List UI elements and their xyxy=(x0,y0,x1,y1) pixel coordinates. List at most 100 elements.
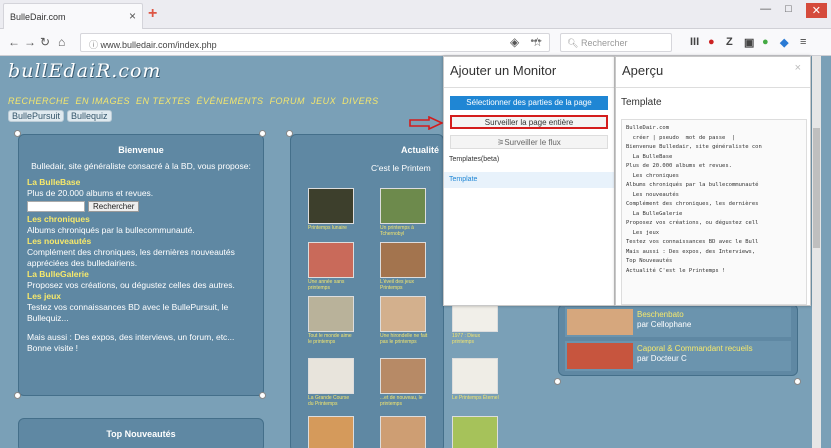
new-tab-button[interactable]: + xyxy=(148,5,157,23)
search-icon: 🔍︎ xyxy=(567,38,579,48)
browser-tab[interactable]: BulleDair.com × xyxy=(3,3,143,29)
bullepursuit-link[interactable]: BullePursuit xyxy=(8,110,65,122)
chroniques-link[interactable]: Les chroniques xyxy=(27,214,255,225)
thumbnail-image[interactable] xyxy=(380,416,426,448)
bullebase-link[interactable]: La BulleBase xyxy=(27,177,255,188)
thumbnail-caption[interactable]: Une année sans printemps xyxy=(308,279,356,291)
close-tab-icon[interactable]: × xyxy=(129,9,136,23)
preview-line: Albums chroniqués par la bullecommunauté xyxy=(626,182,759,188)
url-text: www.bulledair.com/index.php xyxy=(100,40,217,50)
url-bar[interactable]: ⓘ www.bulledair.com/index.php ••• xyxy=(80,33,550,52)
thumbnail-caption[interactable]: 1977 : Dieux printemps xyxy=(452,333,500,345)
game-links: BullePursuit Bullequiz xyxy=(8,110,112,122)
template-item[interactable]: Template xyxy=(444,172,614,188)
pocket-icon[interactable]: ◈ xyxy=(510,35,519,49)
search-input[interactable]: 🔍︎ Rechercher xyxy=(560,33,672,52)
jeux-link[interactable]: Les jeux xyxy=(27,291,255,302)
item-title[interactable]: Caporal & Commandant recueils xyxy=(637,344,753,353)
back-icon[interactable]: ← xyxy=(8,35,20,49)
divider xyxy=(444,87,614,88)
panel-corner-dot xyxy=(14,130,21,137)
menu-item[interactable]: RECHERCHE xyxy=(8,96,70,106)
thumbnail-image[interactable] xyxy=(380,358,426,394)
bullebase-search-input[interactable] xyxy=(27,201,85,212)
menu-item[interactable]: JEUX xyxy=(311,96,336,106)
item-author: par Docteur C xyxy=(637,354,687,363)
extension-green-icon[interactable]: ● xyxy=(762,36,769,48)
library-icon[interactable]: III xyxy=(690,36,699,48)
actualite-title: Actualité xyxy=(401,145,440,155)
forward-icon[interactable]: → xyxy=(24,35,36,49)
preview-line: créer | pseudo mot de passe | xyxy=(626,134,736,141)
browser-window: BulleDair.com × + — □ ✕ ← → ↻ ⌂ ⓘ www.bu… xyxy=(0,0,831,448)
thumbnail-caption[interactable]: Printemps lunaire xyxy=(308,225,356,231)
thumbnail-image[interactable] xyxy=(380,296,426,332)
list-item[interactable]: Beschenbato par Cellophane xyxy=(565,307,791,337)
menu-icon[interactable]: ≡ xyxy=(800,36,806,48)
menu-item[interactable]: FORUM xyxy=(270,96,306,106)
thumbnail-caption[interactable]: La Grande Course du Printemps xyxy=(308,395,356,407)
nouveautes-text: Complément des chroniques, les dernières… xyxy=(27,247,235,268)
thumbnail-caption[interactable]: ...et de nouveau, le printemps xyxy=(380,395,428,407)
top-nouveautes-panel: Top Nouveautés xyxy=(18,418,264,448)
preview-line: Les chroniques xyxy=(626,172,679,179)
bullequiz-link[interactable]: Bullequiz xyxy=(67,110,112,122)
menu-item[interactable]: ÉVÈNEMENTS xyxy=(197,96,264,106)
welcome-title: Bienvenue xyxy=(118,145,164,155)
maximize-icon[interactable]: □ xyxy=(785,3,792,18)
thumbnail-image[interactable] xyxy=(380,188,426,224)
extension-red-icon[interactable]: ● xyxy=(708,36,715,48)
thumbnail-caption[interactable]: L'éveil des jeux Printemps xyxy=(380,279,428,291)
page-scrollbar[interactable] xyxy=(812,56,821,448)
thumbnail-image[interactable] xyxy=(308,242,354,278)
site-menu: RECHERCHE EN IMAGES EN TEXTES ÉVÈNEMENTS… xyxy=(8,96,379,106)
preview-line: Les jeux xyxy=(626,229,660,236)
list-item[interactable]: Caporal & Commandant recueils par Docteur… xyxy=(565,341,791,371)
welcome-footer: Mais aussi : Des expos, des interviews, … xyxy=(27,332,235,353)
close-window-icon[interactable]: ✕ xyxy=(805,3,827,18)
site-logo[interactable]: bullEdaiR.com xyxy=(8,60,161,82)
preview-line: Testez vos connaissances BD avec le Bull xyxy=(626,239,759,245)
home-icon[interactable]: ⌂ xyxy=(58,35,65,49)
add-monitor-popup: Ajouter un Monitor Sélectionner des part… xyxy=(443,56,615,306)
preview-line: BulleDair.com xyxy=(626,125,670,131)
monitor-feed-button[interactable]: ⚞Surveiller le flux xyxy=(450,135,608,149)
preview-line: Proposez vos créations, ou dégustez cell xyxy=(626,220,759,226)
scrollbar-thumb[interactable] xyxy=(813,128,820,248)
minimize-icon[interactable]: — xyxy=(760,3,771,18)
bookmark-star-icon[interactable]: ☆ xyxy=(532,35,543,49)
item-author: par Cellophane xyxy=(637,320,692,329)
bullebase-search-button[interactable]: Rechercher xyxy=(88,201,140,212)
thumbnail-caption[interactable]: Une hirondelle ne fait pas le printemps xyxy=(380,333,428,345)
reload-icon[interactable]: ↻ xyxy=(40,35,50,49)
select-parts-button[interactable]: Sélectionner des parties de la page xyxy=(450,96,608,110)
thumbnail-image[interactable] xyxy=(308,188,354,224)
menu-item[interactable]: EN IMAGES xyxy=(76,96,131,106)
menu-item[interactable]: EN TEXTES xyxy=(136,96,191,106)
close-icon[interactable]: × xyxy=(795,62,801,74)
bullegalerie-link[interactable]: La BulleGalerie xyxy=(27,269,255,280)
monitor-whole-page-button[interactable]: Surveiller la page entière xyxy=(450,115,608,129)
actualite-subtitle: C'est le Printem xyxy=(371,163,431,173)
right-panel: Beschenbato par Cellophane Caporal & Comm… xyxy=(558,304,798,376)
menu-item[interactable]: DIVERS xyxy=(342,96,379,106)
preview-text-area[interactable]: BulleDair.com créer | pseudo mot de pass… xyxy=(621,119,807,305)
nouveautes-link[interactable]: Les nouveautés xyxy=(27,236,255,247)
panel-corner-dot xyxy=(259,130,266,137)
thumbnail-caption[interactable]: Le Printemps Éternel xyxy=(452,395,500,401)
info-icon[interactable]: ⓘ xyxy=(89,40,98,50)
monitor-extension-icon[interactable]: ◆ xyxy=(780,36,788,49)
thumbnail-image[interactable] xyxy=(308,296,354,332)
thumbnail-image[interactable] xyxy=(452,416,498,448)
thumbnail-caption[interactable]: Tout le monde aime le printemps xyxy=(308,333,356,345)
preview-line: Les nouveautés xyxy=(626,191,679,198)
extension-z-icon[interactable]: Z xyxy=(726,36,733,48)
thumbnail-caption[interactable]: Un printemps à Tchernobyl xyxy=(380,225,428,237)
welcome-panel: Bienvenue Bulledair, site généraliste co… xyxy=(18,134,264,396)
thumbnail-image[interactable] xyxy=(452,358,498,394)
thumbnail-image[interactable] xyxy=(380,242,426,278)
thumbnail-image[interactable] xyxy=(308,358,354,394)
thumbnail-image[interactable] xyxy=(308,416,354,448)
item-title[interactable]: Beschenbato xyxy=(637,310,684,319)
extension-box-icon[interactable]: ▣ xyxy=(744,36,754,49)
